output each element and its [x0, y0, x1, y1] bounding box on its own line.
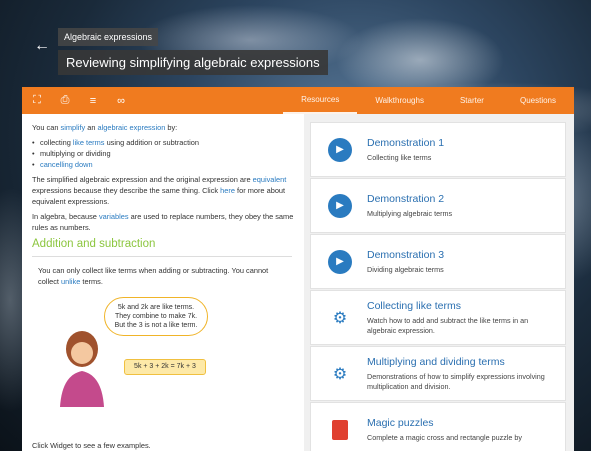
resource-card-magic-puzzles[interactable]: Magic puzzles Complete a magic cross and… — [310, 402, 566, 451]
tab-walkthroughs[interactable]: Walkthroughs — [357, 87, 442, 114]
resource-description: Demonstrations of how to simplify expres… — [367, 371, 545, 391]
resource-description: Complete a magic cross and rectangle puz… — [367, 432, 523, 442]
glossary-link-variables[interactable]: variables — [99, 212, 129, 221]
play-icon: ▶ — [328, 193, 352, 218]
breadcrumb-subtitle: Algebraic expressions — [58, 28, 159, 46]
resource-list: ▶ Demonstration 1 Collecting like terms … — [304, 114, 574, 451]
page-title: Reviewing simplifying algebraic expressi… — [58, 50, 328, 75]
resource-title: Collecting like terms — [367, 299, 461, 312]
glossary-link-cancelling-down[interactable]: cancelling down — [40, 160, 93, 169]
method-list: collecting like terms using addition or … — [32, 137, 296, 170]
here-link[interactable]: here — [220, 186, 235, 195]
glossary-link-like-terms[interactable]: like terms — [73, 138, 105, 147]
resource-title: Demonstration 3 — [367, 248, 445, 261]
resource-description: Multiplying algebraic terms — [367, 208, 453, 218]
resource-card-demonstration-2[interactable]: ▶ Demonstration 2 Multiplying algebraic … — [310, 178, 566, 233]
list-item: cancelling down — [32, 159, 296, 170]
glossary-link-algebraic-expression[interactable]: algebraic expression — [98, 123, 166, 132]
text: You can — [32, 123, 59, 132]
resource-card-demonstration-1[interactable]: ▶ Demonstration 1 Collecting like terms — [310, 122, 566, 177]
hint-box: You can only collect like terms when add… — [32, 256, 292, 407]
link-icon[interactable]: ∞ — [114, 94, 128, 108]
tab-resources[interactable]: Resources — [283, 87, 358, 114]
resource-title: Magic puzzles — [367, 416, 434, 429]
tab-starter[interactable]: Starter — [442, 87, 502, 114]
text: collecting — [40, 138, 71, 147]
resource-title: Multiplying and dividing terms — [367, 355, 505, 368]
lesson-text: You can simplify an algebraic expression… — [22, 114, 304, 451]
text: The simplified algebraic expression and … — [32, 175, 251, 184]
list-item: multiplying or dividing — [32, 148, 296, 159]
glossary-link-unlike[interactable]: unlike — [61, 277, 80, 286]
fullscreen-icon[interactable]: ⛶ — [30, 94, 44, 108]
content-panel: ⛶ ⎙ ≡ ∞ Resources Walkthroughs Starter Q… — [22, 87, 574, 451]
resource-description: Watch how to add and subtract the like t… — [367, 315, 529, 335]
tab-bar: Resources Walkthroughs Starter Questions — [283, 87, 574, 114]
text: expressions because they describe the sa… — [32, 186, 219, 195]
play-icon: ▶ — [328, 137, 352, 162]
resource-description: Dividing algebraic terms — [367, 264, 444, 274]
text: an — [87, 123, 96, 132]
toolbar: ⛶ ⎙ ≡ ∞ Resources Walkthroughs Starter Q… — [22, 87, 574, 114]
expression-box: 5k + 3 + 2k = 7k + 3 — [124, 359, 206, 375]
text: In algebra, because — [32, 212, 97, 221]
bubble-line: But the 3 is not a like term. — [114, 322, 198, 329]
gear-icon: ⚙ — [332, 309, 348, 327]
intro-paragraph: You can simplify an algebraic expression… — [32, 122, 296, 133]
tab-questions[interactable]: Questions — [502, 87, 574, 114]
list-item: collecting like terms using addition or … — [32, 137, 296, 148]
glossary-link-equivalent[interactable]: equivalent — [253, 175, 287, 184]
resource-title: Demonstration 2 — [367, 192, 445, 205]
resource-description: Collecting like terms — [367, 152, 432, 162]
equivalence-paragraph: The simplified algebraic expression and … — [32, 174, 296, 207]
document-icon — [332, 419, 348, 440]
text: by: — [167, 123, 178, 132]
resource-card-collecting-like-terms[interactable]: ⚙ Collecting like terms Watch how to add… — [310, 290, 566, 345]
back-arrow-icon[interactable]: ← — [34, 38, 50, 54]
section-heading: Addition and subtraction — [32, 238, 156, 250]
play-icon: ▶ — [328, 249, 352, 274]
resource-card-demonstration-3[interactable]: ▶ Demonstration 3 Dividing algebraic ter… — [310, 234, 566, 289]
speech-bubble: 5k and 2k are like terms. They combine t… — [104, 297, 208, 336]
resource-title: Demonstration 1 — [367, 136, 445, 149]
text: terms. — [82, 277, 103, 286]
illustration: 5k and 2k are like terms. They combine t… — [38, 287, 286, 407]
list-icon[interactable]: ≡ — [86, 94, 100, 108]
bubble-line: 5k and 2k are like terms. — [117, 304, 195, 311]
gear-icon: ⚙ — [332, 365, 348, 383]
text: using addition or subtraction — [106, 138, 200, 147]
footer-note: Click Widget to see a few examples. — [32, 441, 151, 450]
glossary-link-simplify[interactable]: simplify — [61, 123, 86, 132]
print-icon[interactable]: ⎙ — [58, 94, 72, 108]
variables-paragraph: In algebra, because variables are used t… — [32, 211, 296, 233]
teacher-illustration-icon — [60, 331, 104, 407]
resource-card-multiplying-dividing[interactable]: ⚙ Multiplying and dividing terms Demonst… — [310, 346, 566, 401]
bubble-line: They combine to make 7k. — [114, 313, 198, 320]
